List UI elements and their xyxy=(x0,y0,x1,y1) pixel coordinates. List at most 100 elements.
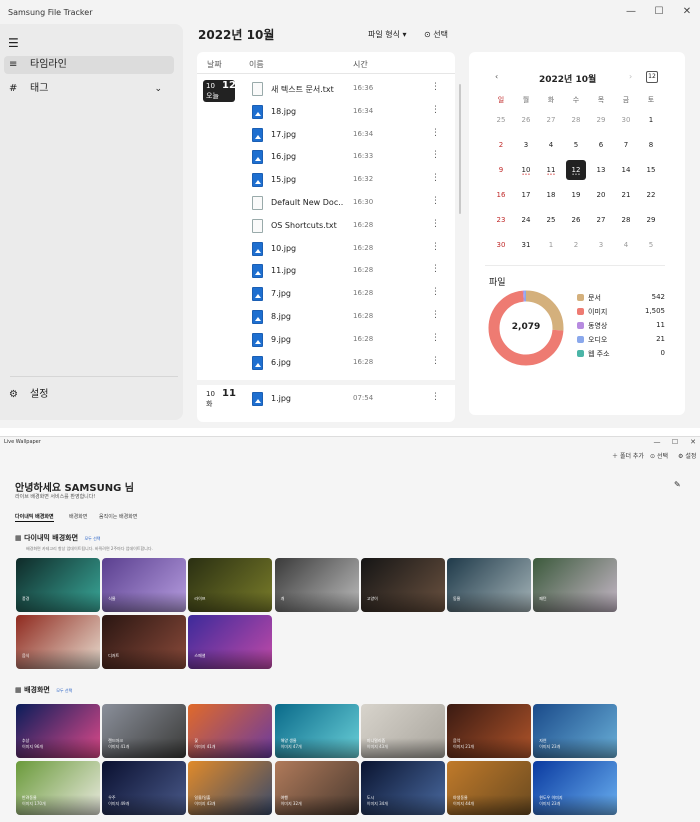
more-icon[interactable]: ⋮ xyxy=(431,264,440,274)
wallpaper-tile[interactable]: 패턴 xyxy=(533,558,618,612)
wallpaper-tile[interactable]: 음악 이미지 21개 xyxy=(447,704,531,758)
next-month-button[interactable]: › xyxy=(629,72,632,81)
calendar-day[interactable]: 23 xyxy=(491,210,511,230)
calendar-day[interactable]: 30 xyxy=(616,110,636,130)
edit-icon[interactable]: ✎ xyxy=(674,480,681,489)
file-row[interactable]: 16.jpg 16:33 ⋮ xyxy=(249,147,449,169)
calendar-day[interactable]: 6 xyxy=(591,135,611,155)
calendar-day[interactable]: 17 xyxy=(516,185,536,205)
select-all-link[interactable]: 모두 선택 xyxy=(56,688,72,693)
more-icon[interactable]: ⋮ xyxy=(431,310,440,320)
calendar-day[interactable]: 27 xyxy=(541,110,561,130)
today-button[interactable]: 12 xyxy=(646,71,658,83)
calendar-day[interactable]: 2 xyxy=(566,235,586,255)
file-row[interactable]: 6.jpg 16:28 ⋮ xyxy=(249,353,449,375)
wallpaper-tile[interactable]: 풍경 xyxy=(16,558,100,612)
file-row[interactable]: OS Shortcuts.txt 16:28 ⋮ xyxy=(249,216,449,238)
settings-button[interactable]: ⚙ 설정 xyxy=(678,451,696,460)
minimize-button[interactable]: — xyxy=(620,4,642,20)
more-icon[interactable]: ⋮ xyxy=(431,105,440,115)
calendar-day[interactable]: 1 xyxy=(541,235,561,255)
calendar-day[interactable]: 15 xyxy=(641,160,661,180)
add-folder-button[interactable]: ＋ 폴더 추가 xyxy=(612,451,644,460)
calendar-day[interactable]: 4 xyxy=(616,235,636,255)
file-row[interactable]: 17.jpg 16:34 ⋮ xyxy=(249,125,449,147)
wallpaper-tile[interactable]: 윈도우 이미지 이미지 23개 xyxy=(533,761,618,815)
more-icon[interactable]: ⋮ xyxy=(431,219,440,229)
calendar-day[interactable]: 5 xyxy=(566,135,586,155)
wallpaper-tile[interactable]: 자연 이미지 23개 xyxy=(533,704,618,758)
calendar-day[interactable]: 8 xyxy=(641,135,661,155)
calendar-day[interactable]: 1 xyxy=(641,110,661,130)
more-icon[interactable]: ⋮ xyxy=(431,128,440,138)
calendar-day[interactable]: 18 xyxy=(541,185,561,205)
calendar-day[interactable]: 21 xyxy=(616,185,636,205)
wallpaper-tile[interactable]: 미니멀리즘 이미지 43개 xyxy=(360,704,445,758)
calendar-day[interactable]: 9 xyxy=(491,160,511,180)
file-format-dropdown[interactable]: 파일 형식 ▾ xyxy=(368,29,407,40)
calendar-day[interactable]: 26 xyxy=(566,210,586,230)
wallpaper-tile[interactable]: 추상 이미지 96개 xyxy=(16,704,100,758)
more-icon[interactable]: ⋮ xyxy=(431,196,440,206)
more-icon[interactable]: ⋮ xyxy=(431,173,440,183)
maximize-button[interactable]: ☐ xyxy=(666,437,684,447)
wallpaper-tile[interactable]: 개 xyxy=(274,558,359,612)
calendar-day[interactable]: 3 xyxy=(591,235,611,255)
menu-icon[interactable]: ☰ xyxy=(8,36,19,50)
calendar-day[interactable]: 25 xyxy=(541,210,561,230)
calendar-day-selected[interactable]: 12 ••• xyxy=(566,160,586,180)
more-icon[interactable]: ⋮ xyxy=(431,82,440,92)
calendar-day[interactable]: 29 xyxy=(591,110,611,130)
calendar-day[interactable]: 25 xyxy=(491,110,511,130)
wallpaper-tile[interactable]: 랜드마크 이미지 41개 xyxy=(102,704,187,758)
calendar-day[interactable]: 11 ••• xyxy=(541,160,561,180)
close-button[interactable]: ✕ xyxy=(684,437,700,447)
wallpaper-tile[interactable]: 꽃 이미지 41개 xyxy=(188,704,273,758)
tab-moving[interactable]: 움직이는 배경화면 xyxy=(99,513,137,520)
more-icon[interactable]: ⋮ xyxy=(431,287,440,297)
calendar-day[interactable]: 19 xyxy=(566,185,586,205)
calendar-day[interactable]: 29 xyxy=(641,210,661,230)
column-header-date[interactable]: 날짜 xyxy=(207,59,222,70)
calendar-day[interactable]: 31 xyxy=(516,235,536,255)
calendar-day[interactable]: 27 xyxy=(591,210,611,230)
calendar-day[interactable]: 16 xyxy=(491,185,511,205)
calendar-day[interactable]: 10 ••• xyxy=(516,160,536,180)
more-icon[interactable]: ⋮ xyxy=(431,333,440,343)
more-icon[interactable]: ⋮ xyxy=(431,356,440,366)
calendar-day[interactable]: 28 xyxy=(616,210,636,230)
tab-wallpaper[interactable]: 배경화면 xyxy=(69,513,87,520)
more-icon[interactable]: ⋮ xyxy=(431,392,440,402)
column-header-time[interactable]: 시간 xyxy=(353,59,368,70)
file-row[interactable]: 18.jpg 16:34 ⋮ xyxy=(249,102,449,124)
wallpaper-tile[interactable]: 음식 xyxy=(16,615,100,669)
select-button[interactable]: ⊙ 선택 xyxy=(650,451,668,460)
file-row[interactable]: 7.jpg 16:28 ⋮ xyxy=(249,284,449,306)
wallpaper-tile[interactable]: 반려동물 이미지 170개 xyxy=(16,761,100,815)
wallpaper-tile[interactable]: 스페셜 xyxy=(188,615,273,669)
wallpaper-tile[interactable]: 디저트 xyxy=(102,615,187,669)
sidebar-item-tags[interactable]: # 태그 ⌄ xyxy=(4,80,174,98)
scrollbar[interactable] xyxy=(459,84,461,214)
sidebar-item-timeline[interactable]: ≡ 타임라인 xyxy=(4,56,174,74)
calendar-day[interactable]: 26 xyxy=(516,110,536,130)
wallpaper-tile[interactable]: 도시 이미지 34개 xyxy=(360,761,445,815)
calendar-day[interactable]: 30 xyxy=(491,235,511,255)
calendar-day[interactable]: 24 xyxy=(516,210,536,230)
calendar-day[interactable]: 7 xyxy=(616,135,636,155)
wallpaper-tile[interactable]: 라이프 xyxy=(188,558,273,612)
calendar-day[interactable]: 5 xyxy=(641,235,661,255)
calendar-day[interactable]: 3 xyxy=(516,135,536,155)
wallpaper-tile[interactable]: 여행 이미지 32개 xyxy=(274,761,359,815)
date-group-badge[interactable]: 10 11 화 xyxy=(203,388,236,410)
wallpaper-tile[interactable]: 야생동물 이미지 44개 xyxy=(447,761,531,815)
wallpaper-tile[interactable]: 우주 이미지 49개 xyxy=(102,761,187,815)
prev-month-button[interactable]: ‹ xyxy=(495,72,498,81)
wallpaper-tile[interactable]: 식물 xyxy=(102,558,187,612)
wallpaper-tile[interactable]: 해양 생물 이미지 47개 xyxy=(274,704,359,758)
calendar-day[interactable]: 13 xyxy=(591,160,611,180)
calendar-day[interactable]: 28 xyxy=(566,110,586,130)
file-row[interactable]: Default New Doc... 16:30 ⋮ xyxy=(249,193,449,215)
calendar-day[interactable]: 14 xyxy=(616,160,636,180)
tab-dynamic[interactable]: 다이내믹 배경화면 xyxy=(15,513,54,522)
